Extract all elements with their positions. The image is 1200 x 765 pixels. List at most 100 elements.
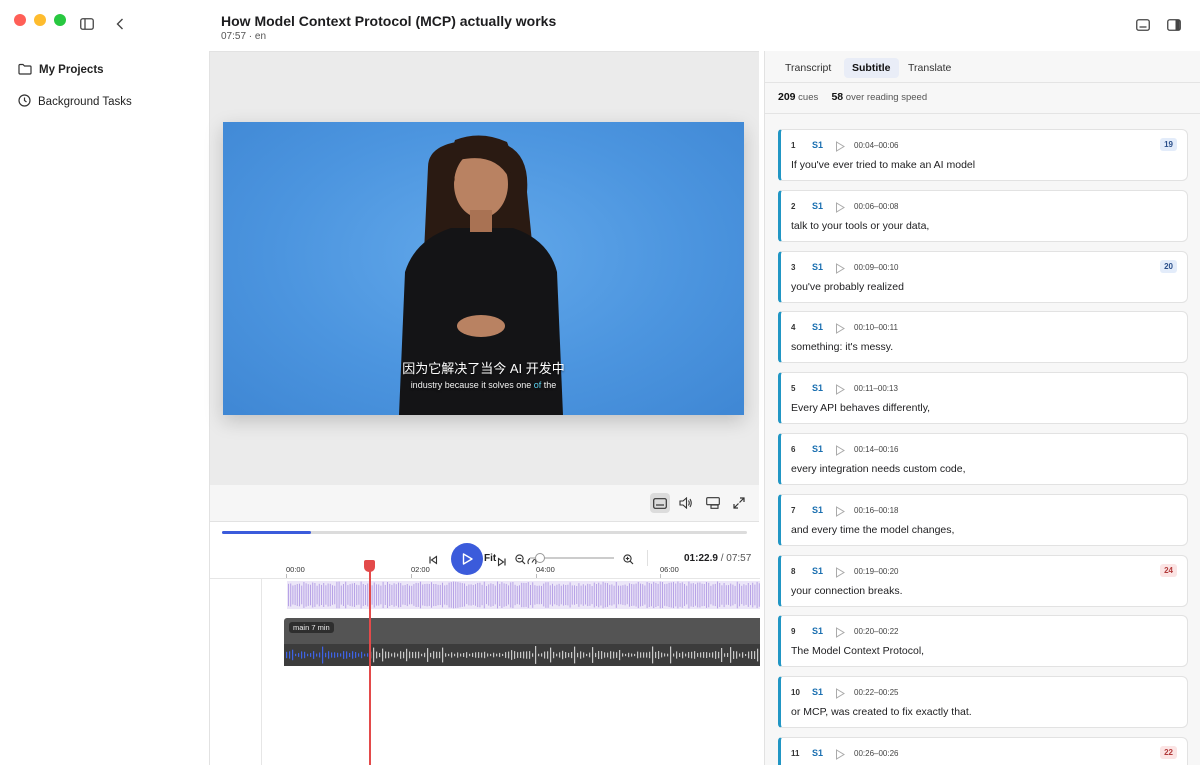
tab-translate[interactable]: Translate bbox=[900, 58, 959, 78]
cue-card[interactable]: 2 S1 00:06–00:08 talk to your tools or your… bbox=[778, 189, 1188, 242]
play-cue-icon[interactable] bbox=[835, 747, 845, 765]
cue-timestamp: 00:20–00:22 bbox=[854, 627, 899, 637]
cue-text[interactable]: If you've ever tried to make an AI model bbox=[791, 159, 975, 171]
minimize-window-button[interactable] bbox=[34, 14, 46, 26]
ruler-tick-label: 02:00 bbox=[411, 565, 430, 574]
zoom-window-button[interactable] bbox=[54, 14, 66, 26]
play-cue-icon[interactable] bbox=[835, 200, 845, 218]
ruler-tick-label: 06:00 bbox=[660, 565, 679, 574]
cue-speaker[interactable]: S1 bbox=[812, 687, 823, 697]
close-window-button[interactable] bbox=[14, 14, 26, 26]
cue-speaker[interactable]: S1 bbox=[812, 140, 823, 150]
cue-number: 5 bbox=[791, 384, 796, 394]
sidebar: My Projects Background Tasks bbox=[0, 50, 208, 765]
zoom-slider-handle[interactable] bbox=[535, 553, 545, 563]
cue-card[interactable]: 8 S1 00:19–00:20 your connection breaks. 24 bbox=[778, 554, 1188, 607]
cue-text[interactable]: or MCP, was created to fix exactly that. bbox=[791, 706, 972, 718]
cue-card[interactable]: 1 S1 00:04–00:06 If you've ever tried to ma… bbox=[778, 129, 1188, 181]
cue-speaker[interactable]: S1 bbox=[812, 748, 823, 758]
subtitle-waveform-track[interactable] bbox=[287, 581, 760, 609]
sidebar-item-label: My Projects bbox=[39, 64, 104, 76]
cue-speaker[interactable]: S1 bbox=[812, 444, 823, 454]
playback-progress-bar[interactable] bbox=[222, 531, 747, 534]
sidebar-item-my-projects[interactable]: My Projects bbox=[0, 54, 208, 86]
play-cue-icon[interactable] bbox=[835, 139, 845, 157]
right-panel-toggle-icon[interactable] bbox=[1166, 18, 1182, 32]
main-audio-track[interactable]: main 7 min bbox=[284, 618, 760, 666]
cue-card[interactable]: 11 S1 00:26–00:26 22 bbox=[778, 736, 1188, 765]
over-speed-count: 58 bbox=[831, 91, 844, 103]
bottom-panel-toggle-icon[interactable] bbox=[1135, 18, 1151, 32]
play-cue-icon[interactable] bbox=[835, 382, 845, 400]
cue-card[interactable]: 5 S1 00:11–00:13 Every API behaves differen… bbox=[778, 372, 1188, 425]
current-time: 01:22.9 bbox=[684, 553, 718, 564]
time-ruler[interactable] bbox=[210, 578, 760, 579]
cue-text[interactable]: you've probably realized bbox=[791, 281, 904, 293]
cue-card[interactable]: 7 S1 00:16–00:18 and every time the model c… bbox=[778, 493, 1188, 546]
cue-card[interactable]: 6 S1 00:14–00:16 every integration needs cu… bbox=[778, 432, 1188, 485]
track-label: main 7 min bbox=[289, 622, 334, 633]
play-cue-icon[interactable] bbox=[835, 443, 845, 461]
tab-transcript[interactable]: Transcript bbox=[777, 58, 839, 78]
fullscreen-icon[interactable] bbox=[729, 493, 749, 513]
cue-number: 6 bbox=[791, 444, 796, 454]
playhead-handle[interactable] bbox=[364, 560, 375, 572]
video-frame[interactable]: 因为它解决了当今 AI 开发中 industry because it solv… bbox=[223, 122, 744, 415]
cue-number: 9 bbox=[791, 627, 796, 637]
cue-text[interactable]: The Model Context Protocol, bbox=[791, 645, 924, 657]
cue-text[interactable]: something: it's messy. bbox=[791, 341, 893, 353]
back-chevron-icon[interactable] bbox=[113, 17, 127, 31]
divider bbox=[765, 113, 1200, 114]
cue-timestamp: 00:10–00:11 bbox=[854, 323, 898, 333]
cue-timestamp: 00:26–00:26 bbox=[854, 748, 899, 758]
cast-icon[interactable] bbox=[703, 493, 723, 513]
play-cue-icon[interactable] bbox=[835, 625, 845, 643]
cue-speaker[interactable]: S1 bbox=[812, 201, 823, 211]
cue-number: 3 bbox=[791, 262, 796, 272]
zoom-in-icon[interactable] bbox=[623, 552, 634, 570]
playhead-line bbox=[369, 566, 371, 765]
cue-speaker[interactable]: S1 bbox=[812, 626, 823, 636]
cue-card[interactable]: 4 S1 00:10–00:11 something: it's messy. bbox=[778, 311, 1188, 364]
cue-text[interactable]: your connection breaks. bbox=[791, 585, 902, 597]
subtitles-icon[interactable] bbox=[650, 493, 670, 513]
cue-card[interactable]: 9 S1 00:20–00:22 The Model Context Protocol… bbox=[778, 615, 1188, 668]
clock-icon bbox=[18, 94, 31, 110]
zoom-out-icon[interactable] bbox=[515, 552, 526, 570]
cue-timestamp: 00:04–00:06 bbox=[854, 141, 899, 150]
play-cue-icon[interactable] bbox=[835, 686, 845, 704]
cue-number: 7 bbox=[791, 505, 796, 515]
reading-speed-badge: 20 bbox=[1160, 259, 1177, 273]
cue-speaker[interactable]: S1 bbox=[812, 383, 823, 393]
cue-text[interactable]: every integration needs custom code, bbox=[791, 463, 966, 475]
play-cue-icon[interactable] bbox=[835, 504, 845, 522]
play-button[interactable] bbox=[451, 543, 483, 575]
play-cue-icon[interactable] bbox=[835, 565, 845, 583]
cue-speaker[interactable]: S1 bbox=[812, 322, 823, 332]
ruler-tick-label: 04:00 bbox=[536, 565, 555, 574]
cue-card[interactable]: 3 S1 00:09–00:10 you've probably realized 20 bbox=[778, 250, 1188, 303]
volume-icon[interactable] bbox=[676, 493, 696, 513]
skip-forward-icon[interactable] bbox=[497, 554, 507, 572]
cue-timestamp: 00:19–00:20 bbox=[854, 566, 899, 576]
cue-speaker[interactable]: S1 bbox=[812, 505, 823, 515]
cue-speaker[interactable]: S1 bbox=[812, 262, 823, 272]
video-meta: 07:57 · en bbox=[221, 31, 267, 42]
cue-speaker[interactable]: S1 bbox=[812, 566, 823, 576]
cue-timestamp: 00:11–00:13 bbox=[854, 384, 898, 394]
cue-text[interactable]: talk to your tools or your data, bbox=[791, 220, 929, 232]
track-header-divider bbox=[261, 579, 262, 765]
sidebar-toggle-icon[interactable] bbox=[79, 17, 95, 31]
cue-text[interactable]: and every time the model changes, bbox=[791, 524, 954, 536]
cue-count-label: cues bbox=[798, 92, 819, 103]
cue-stats: 209 cues 58 over reading speed bbox=[778, 91, 927, 103]
cue-number: 2 bbox=[791, 201, 796, 211]
cue-card[interactable]: 10 S1 00:22–00:25 or MCP, was created to fi… bbox=[778, 676, 1188, 729]
purple-waveform bbox=[288, 581, 760, 609]
tab-subtitle[interactable]: Subtitle bbox=[844, 58, 899, 78]
fit-button[interactable]: Fit bbox=[484, 553, 496, 564]
play-cue-icon[interactable] bbox=[835, 321, 845, 339]
cue-text[interactable]: Every API behaves differently, bbox=[791, 402, 930, 414]
play-cue-icon[interactable] bbox=[835, 261, 845, 279]
sidebar-item-background-tasks[interactable]: Background Tasks bbox=[0, 86, 208, 118]
